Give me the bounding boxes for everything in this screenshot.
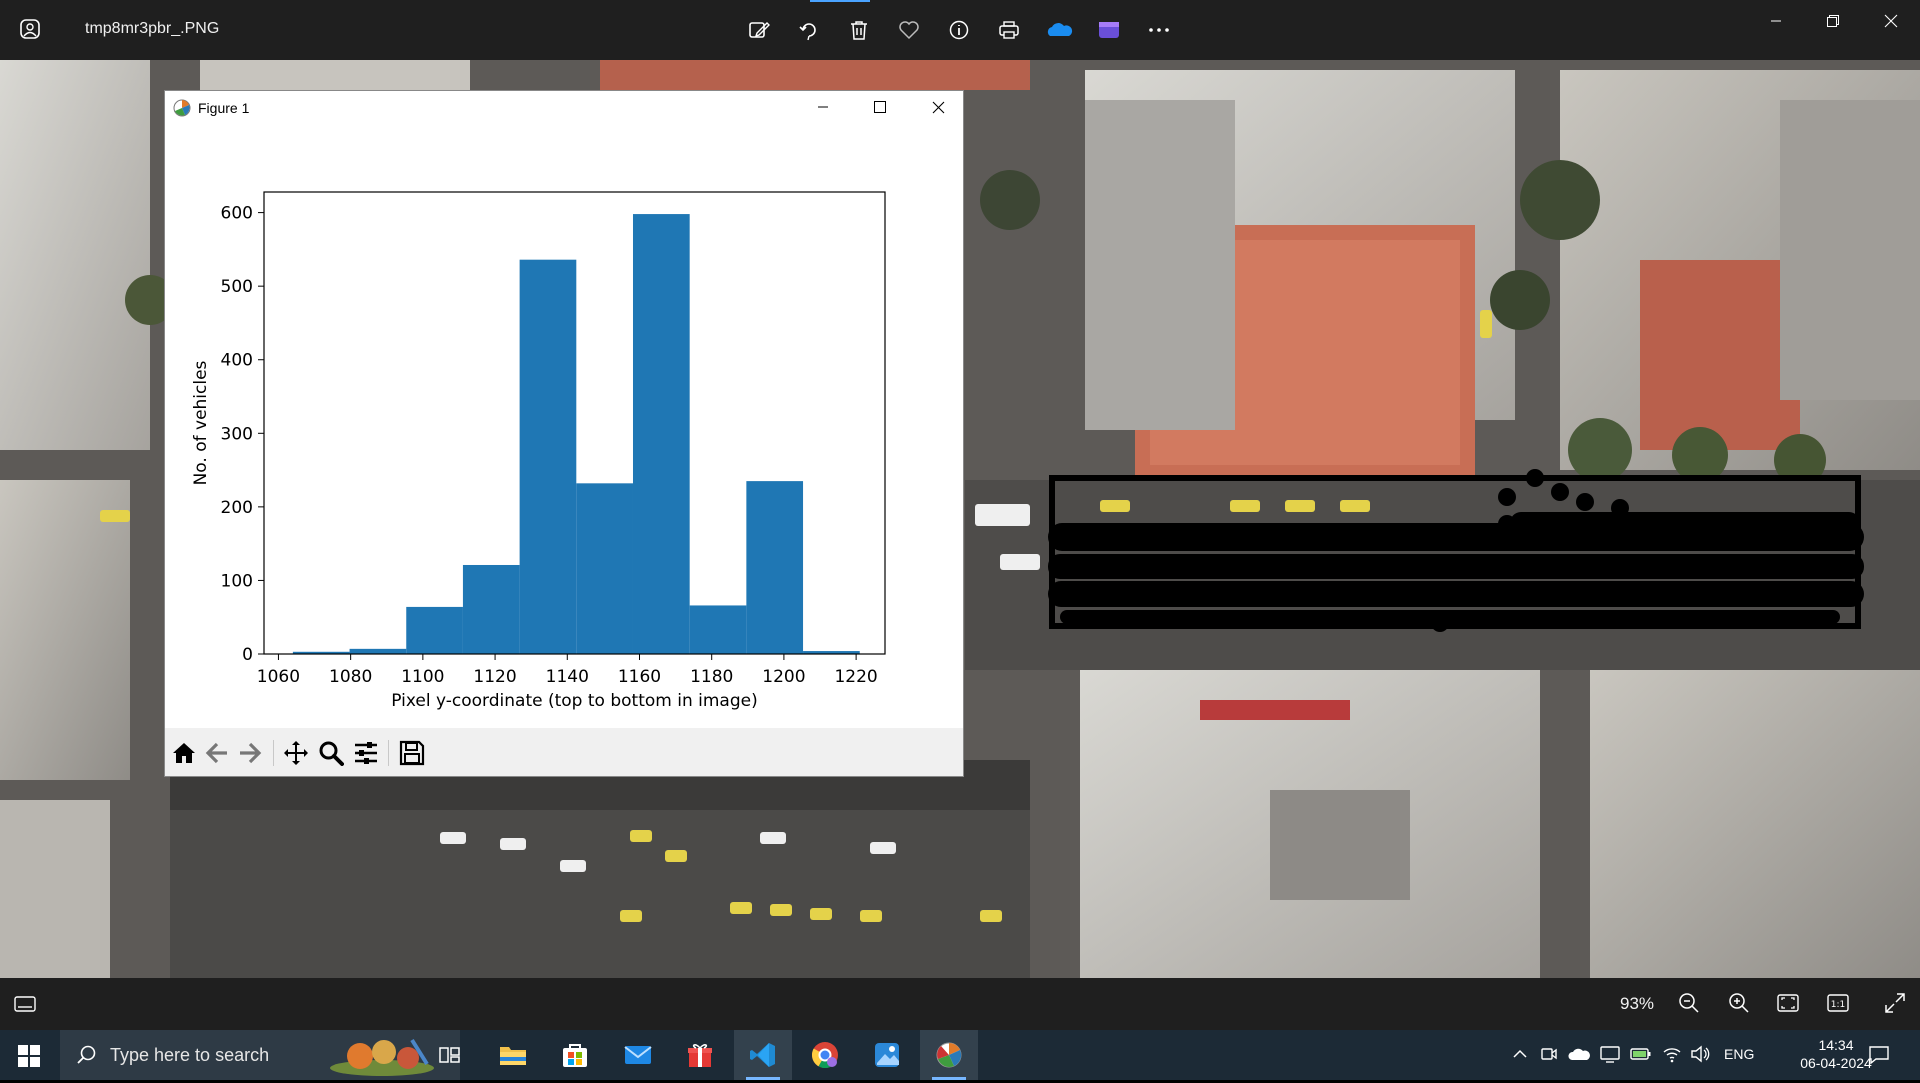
search-placeholder: Type here to search [110, 1045, 270, 1065]
x-axis-label: Pixel y-coordinate (top to bottom in ima… [391, 691, 757, 711]
back-icon[interactable] [202, 738, 232, 768]
battery-icon[interactable] [1630, 1046, 1652, 1067]
histogram-bar [406, 606, 463, 654]
filmstrip-icon[interactable] [14, 994, 36, 1019]
matplotlib-icon[interactable] [920, 1030, 978, 1080]
matplotlib-toolbar [165, 728, 963, 776]
y-axis-label: No. of vehicles [191, 360, 211, 485]
edit-image-icon[interactable] [745, 16, 773, 44]
wifi-icon[interactable] [1662, 1045, 1682, 1068]
save-icon[interactable] [397, 738, 427, 768]
taskbar-search-box[interactable]: Type here to search [60, 1030, 460, 1080]
photos-title-bar: tmp8mr3pbr_.PNG [0, 0, 1920, 60]
info-icon[interactable] [945, 16, 973, 44]
histogram-bar [462, 564, 520, 654]
forward-icon[interactable] [235, 738, 265, 768]
zoom-icon[interactable] [316, 738, 346, 768]
configure-subplots-icon[interactable] [351, 738, 381, 768]
close-icon[interactable] [1868, 8, 1914, 34]
photos-app-icon[interactable] [858, 1030, 916, 1080]
y-tick-label: 100 [221, 571, 253, 591]
figure-minimize-icon[interactable] [808, 95, 838, 119]
histogram-bar [632, 214, 690, 654]
x-tick-label: 1100 [401, 667, 444, 687]
clock-time: 14:34 [1818, 1037, 1854, 1053]
minimize-icon[interactable] [1753, 8, 1799, 34]
x-tick-label: 1060 [257, 667, 300, 687]
fullscreen-icon[interactable] [1884, 992, 1906, 1019]
start-windows-icon[interactable] [18, 1045, 40, 1072]
histogram-bar [746, 481, 804, 654]
figure-title-bar[interactable]: Figure 1 [165, 91, 963, 125]
y-tick-label: 300 [221, 424, 253, 444]
onedrive-tray-icon[interactable] [1568, 1046, 1590, 1067]
microsoft-store-icon[interactable] [546, 1030, 604, 1080]
matplotlib-logo-icon [173, 99, 191, 122]
zoom-in-icon[interactable] [1728, 992, 1750, 1019]
vscode-icon[interactable] [734, 1030, 792, 1080]
bars-layer [292, 214, 860, 654]
actual-size-icon[interactable]: 1:1 [1827, 993, 1849, 1018]
figure-maximize-icon[interactable] [865, 95, 895, 119]
onedrive-icon[interactable] [1045, 16, 1073, 44]
x-tick-label: 1180 [690, 667, 733, 687]
volume-icon[interactable] [1690, 1045, 1710, 1068]
y-tick-label: 0 [242, 645, 253, 665]
pan-icon[interactable] [281, 738, 311, 768]
x-tick-label: 1140 [546, 667, 589, 687]
monitor-icon[interactable] [1600, 1045, 1620, 1068]
clock-date: 06-04-2024 [1800, 1055, 1872, 1071]
x-tick-label: 1120 [473, 667, 516, 687]
show-hidden-icons-icon[interactable] [1512, 1047, 1528, 1066]
task-view-icon[interactable] [421, 1030, 479, 1080]
notifications-icon[interactable] [1868, 1044, 1890, 1071]
toolbar-separator [388, 740, 389, 766]
photos-bottom-bar: 93% 1:1 [0, 978, 1920, 1030]
favorite-icon[interactable] [895, 16, 923, 44]
histogram-chart: 1060 1080 1100 1120 1140 1160 1180 1200 1220 010… [191, 191, 886, 711]
print-icon[interactable] [995, 16, 1023, 44]
y-tick-label: 500 [221, 277, 253, 297]
restore-icon[interactable] [1810, 8, 1856, 34]
y-ticks: 0 100 200 300 400 500 600 [221, 204, 264, 665]
meet-icon[interactable] [1540, 1045, 1558, 1068]
windows-taskbar: Type here to search ENG 14:34 06-04-2024 [0, 1030, 1920, 1080]
zoom-level: 93% [1620, 994, 1655, 1013]
figure-window[interactable]: Figure 1 1060 1080 1100 1120 1140 1160 1180 120… [165, 91, 963, 776]
delete-icon[interactable] [845, 16, 873, 44]
histogram-bar [576, 483, 633, 654]
language-indicator[interactable]: ENG [1724, 1046, 1754, 1062]
figure-close-icon[interactable] [923, 95, 953, 119]
file-name: tmp8mr3pbr_.PNG [85, 20, 220, 37]
x-tick-label: 1080 [329, 667, 372, 687]
toolbar-separator [273, 740, 274, 766]
y-tick-label: 400 [221, 351, 253, 371]
histogram-bar [519, 259, 577, 654]
home-icon[interactable] [169, 738, 199, 768]
x-tick-label: 1160 [618, 667, 661, 687]
clock[interactable]: 14:34 06-04-2024 [1796, 1036, 1876, 1072]
file-explorer-icon[interactable] [484, 1030, 542, 1080]
y-tick-label: 600 [221, 204, 253, 224]
more-icon[interactable] [1145, 16, 1173, 44]
zoom-out-icon[interactable] [1678, 992, 1700, 1019]
chrome-icon[interactable] [796, 1030, 854, 1080]
y-tick-label: 200 [221, 498, 253, 518]
photos-app-icon [19, 18, 41, 40]
svg-text:1:1: 1:1 [1831, 1000, 1845, 1010]
search-icon [76, 1044, 98, 1071]
fit-to-window-icon[interactable] [1777, 993, 1799, 1018]
mail-icon[interactable] [609, 1030, 667, 1080]
gift-icon[interactable] [671, 1030, 729, 1080]
x-tick-label: 1200 [762, 667, 805, 687]
active-indicator [810, 0, 870, 2]
x-ticks: 1060 1080 1100 1120 1140 1160 1180 1200 1220 [257, 654, 878, 687]
rotate-icon[interactable] [795, 16, 823, 44]
histogram-bar [349, 648, 407, 654]
figure-title: Figure 1 [198, 100, 250, 116]
histogram-bar [689, 605, 747, 654]
clipchamp-icon[interactable] [1095, 16, 1123, 44]
x-tick-label: 1220 [834, 667, 877, 687]
